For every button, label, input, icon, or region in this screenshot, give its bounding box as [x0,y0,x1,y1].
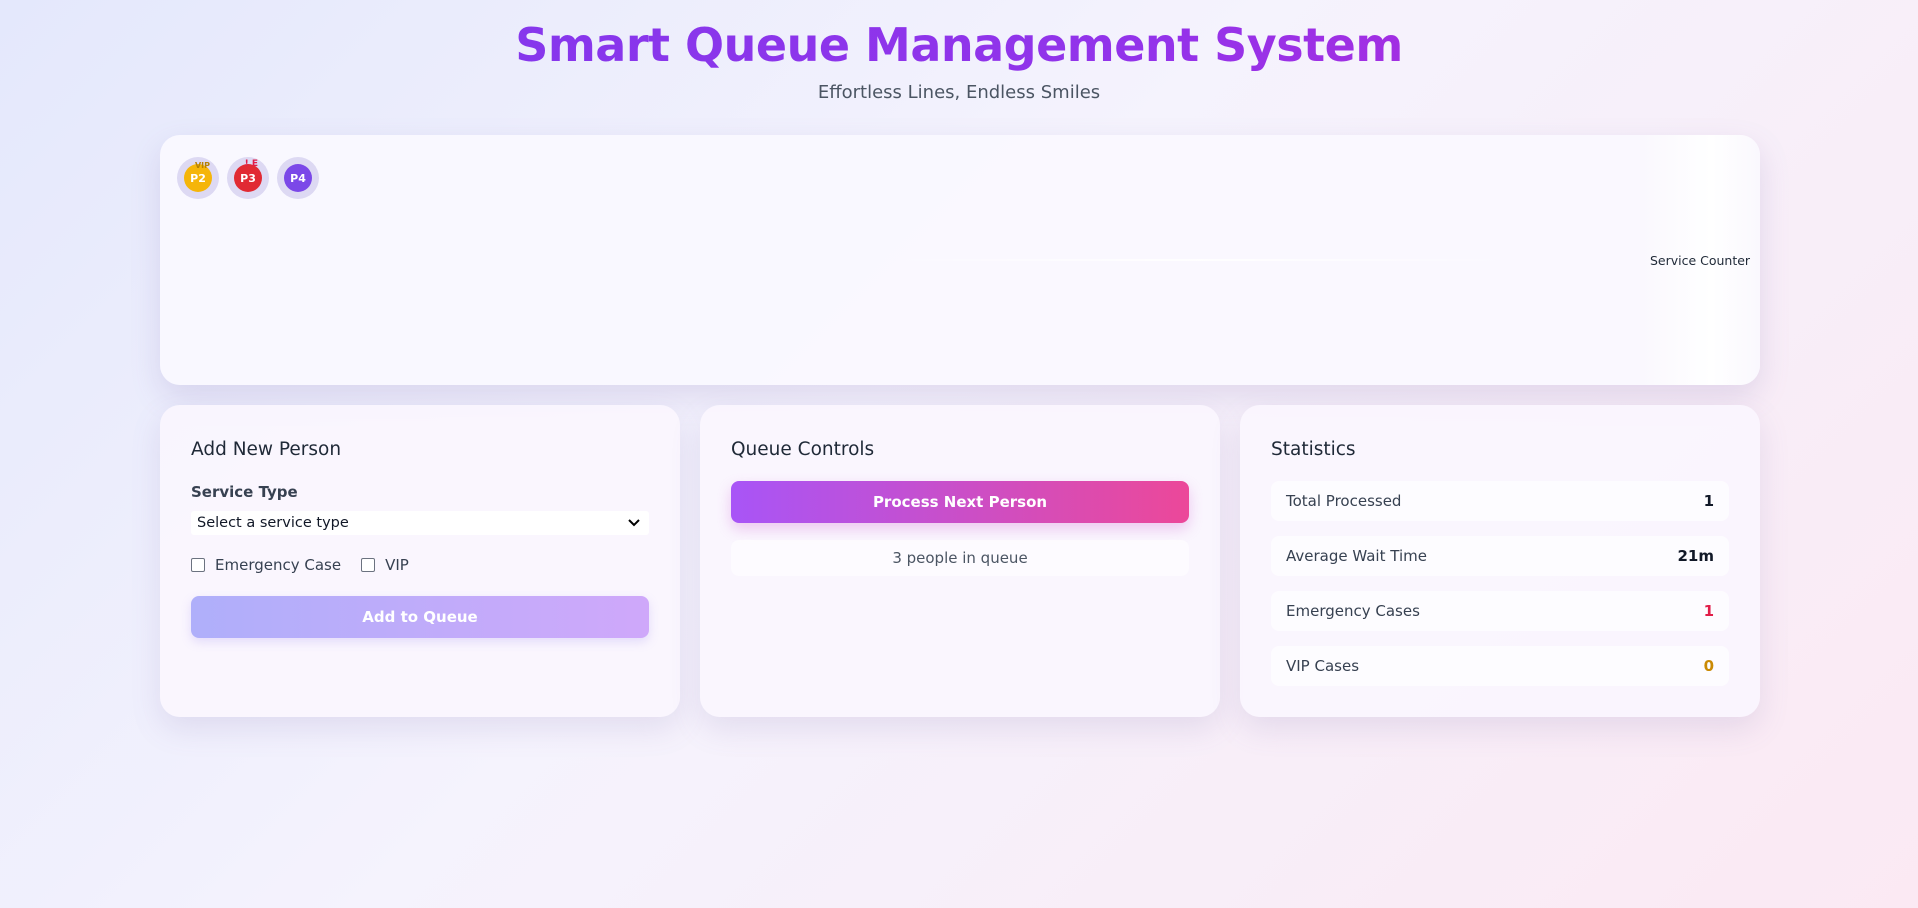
vip-label: VIP [385,556,409,574]
chevron-down-icon [619,519,649,527]
queue-controls-title: Queue Controls [731,439,875,460]
service-type-label: Service Type [191,483,298,501]
page-subtitle: Effortless Lines, Endless Smiles [817,82,1101,103]
add-person-card: Add New Person Service Type Select a ser… [160,405,680,717]
stat-value: 21m [1677,547,1714,565]
queue-visualization: P2 VIP P3 ! E P4 Service Counter [160,135,1760,385]
person-avatar-icon: P4 [284,164,312,192]
process-next-button[interactable]: Process Next Person [731,481,1189,523]
service-type-select[interactable]: Select a service type [191,511,649,535]
queue-path-line [880,259,1520,261]
stat-label: Emergency Cases [1286,602,1420,620]
stat-vip-cases: VIP Cases 0 [1271,646,1729,686]
person-id: P2 [190,171,206,185]
stat-total-processed: Total Processed 1 [1271,481,1729,521]
stat-average-wait: Average Wait Time 21m [1271,536,1729,576]
emergency-checkbox[interactable] [191,558,205,572]
statistics-title: Statistics [1271,439,1356,460]
statistics-card: Statistics Total Processed 1 Average Wai… [1240,405,1760,717]
service-counter: Service Counter [1640,135,1760,385]
add-to-queue-button[interactable]: Add to Queue [191,596,649,638]
queue-person-emergency[interactable]: P3 ! E [227,157,269,199]
stat-label: VIP Cases [1286,657,1360,675]
stat-value: 1 [1703,602,1714,620]
stat-label: Total Processed [1286,492,1402,510]
page-title: Smart Queue Management System [0,18,1918,72]
queue-person-vip[interactable]: P2 VIP [177,157,219,199]
stat-value: 0 [1703,657,1714,675]
person-id: P3 [240,171,256,185]
emergency-label: Emergency Case [215,556,342,574]
person-id: P4 [290,171,306,185]
queue-controls-card: Queue Controls Process Next Person 3 peo… [700,405,1220,717]
queue-status: 3 people in queue [731,540,1189,576]
queue-person-normal[interactable]: P4 [277,157,319,199]
add-person-title: Add New Person [191,439,342,460]
stat-value: 1 [1703,492,1714,510]
stat-label: Average Wait Time [1286,547,1427,565]
service-counter-label: Service Counter [1649,252,1751,268]
service-type-value: Select a service type [197,515,349,531]
vip-badge: VIP [194,161,210,170]
stat-emergency-cases: Emergency Cases 1 [1271,591,1729,631]
emergency-badge: ! E [244,159,258,169]
vip-checkbox[interactable] [361,558,376,572]
options-row: Emergency Case VIP [191,556,409,574]
